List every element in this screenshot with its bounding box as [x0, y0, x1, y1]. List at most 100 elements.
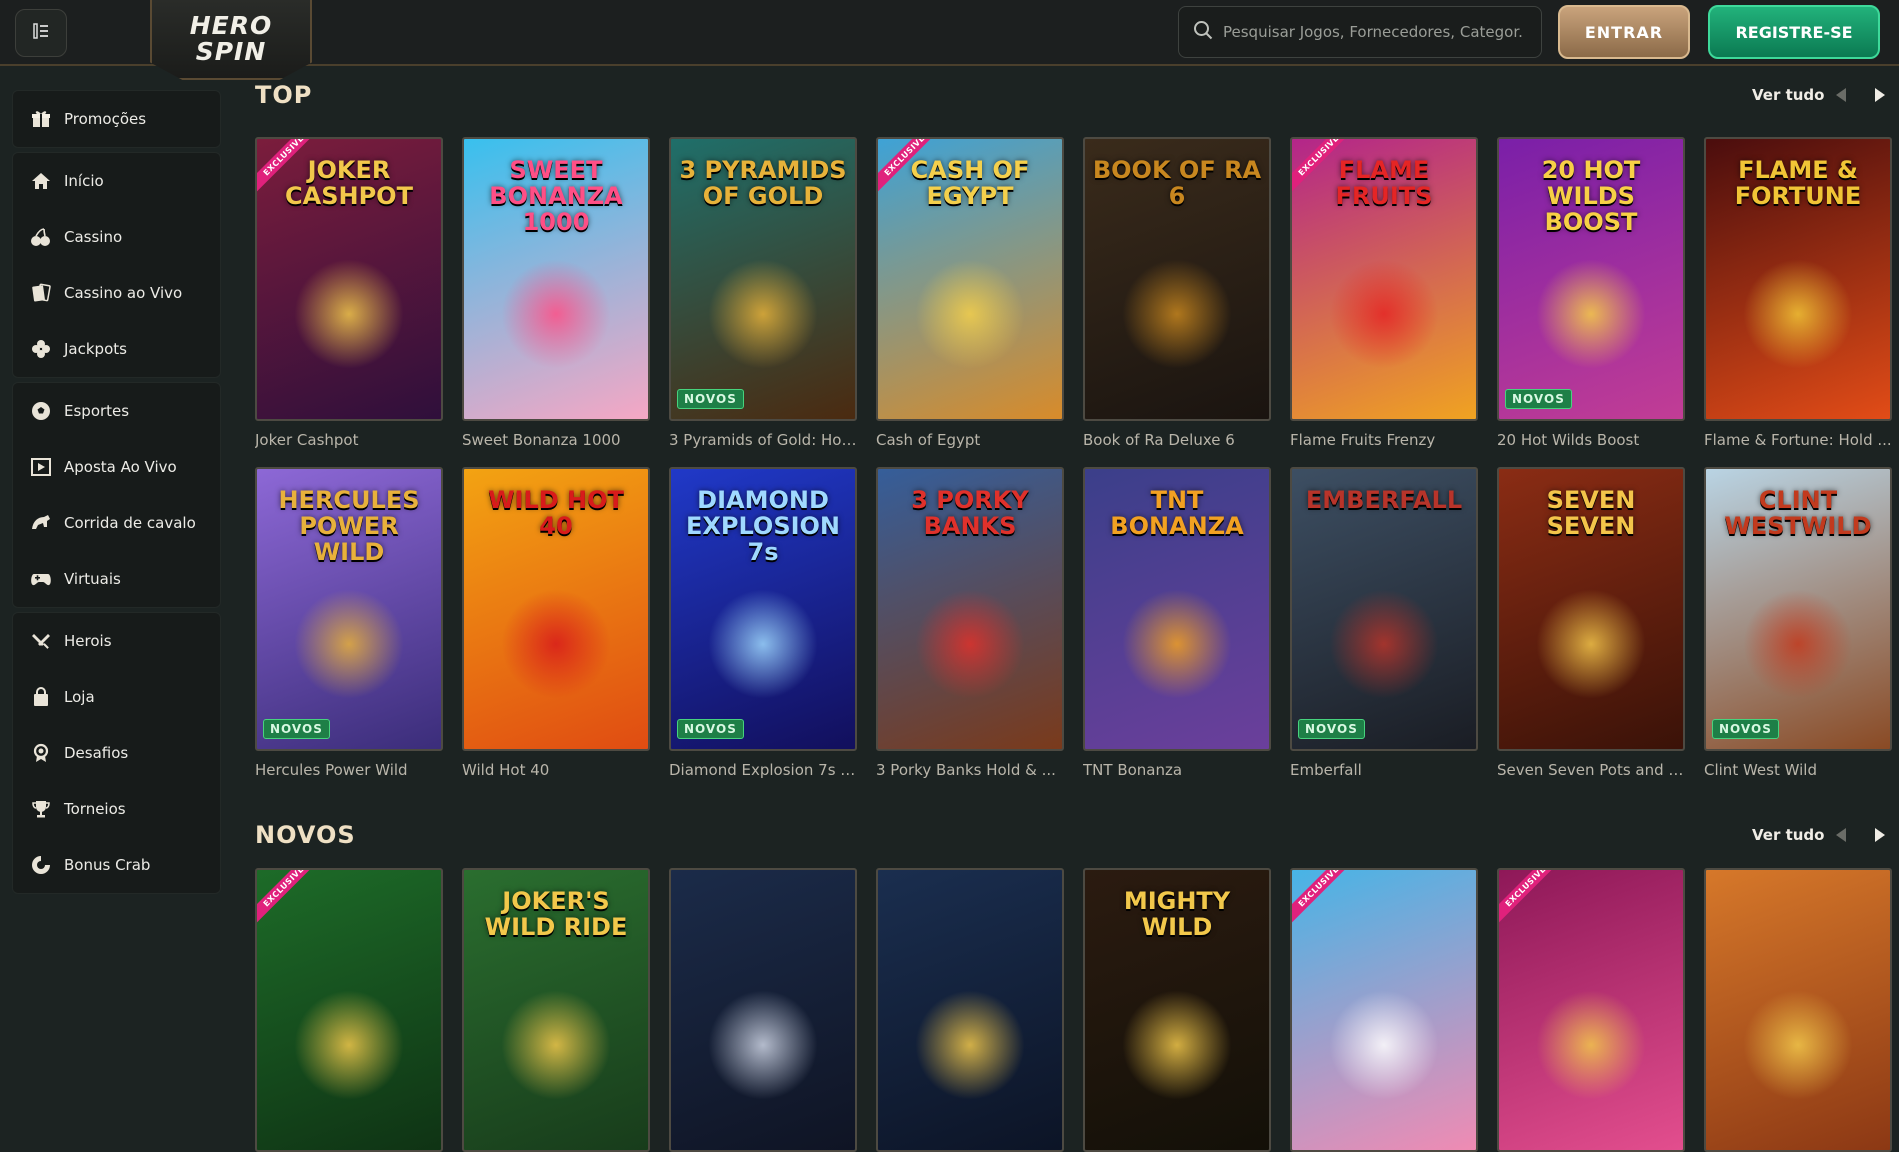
- game-card[interactable]: DIAMOND EXPLOSION 7s NOVOS Diamond Explosi…: [669, 467, 857, 779]
- game-thumbnail[interactable]: BOOK OF RA 6: [1083, 137, 1271, 421]
- live-play-icon: [28, 456, 54, 478]
- game-thumbnail[interactable]: FLAME & FORTUNE: [1704, 137, 1892, 421]
- game-name[interactable]: Emberfall: [1290, 761, 1478, 779]
- game-card[interactable]: EXCLUSIVE: [255, 868, 443, 1152]
- game-name[interactable]: 3 Porky Banks Hold & ...: [876, 761, 1064, 779]
- sidebar-item-aposta-ao-vivo[interactable]: Aposta Ao Vivo: [13, 439, 220, 495]
- sidebar-item-cassino[interactable]: Cassino: [13, 209, 220, 265]
- sidebar-item-bonus-crab[interactable]: Bonus Crab: [13, 837, 220, 893]
- game-card[interactable]: [1704, 868, 1892, 1152]
- game-thumbnail[interactable]: 20 HOT WILDS BOOST NOVOS: [1497, 137, 1685, 421]
- game-name[interactable]: Wild Hot 40: [462, 761, 650, 779]
- game-card[interactable]: EXCLUSIVE: [1497, 868, 1685, 1152]
- game-art: [1122, 990, 1232, 1100]
- search-input[interactable]: [1223, 23, 1523, 41]
- game-thumbnail[interactable]: MIGHTY WILD: [1083, 868, 1271, 1152]
- game-name[interactable]: Seven Seven Pots and P...: [1497, 761, 1685, 779]
- sidebar-item-jackpots[interactable]: Jackpots: [13, 321, 220, 377]
- register-button[interactable]: REGISTRE-SE: [1708, 5, 1880, 59]
- game-thumbnail[interactable]: DIAMOND EXPLOSION 7s NOVOS: [669, 467, 857, 751]
- sidebar-item-torneios[interactable]: Torneios: [13, 781, 220, 837]
- game-card[interactable]: SWEET BONANZA 1000 Sweet Bonanza 1000: [462, 137, 650, 449]
- menu-toggle-button[interactable]: [15, 9, 67, 57]
- next-arrow-icon[interactable]: [1869, 84, 1891, 106]
- game-name[interactable]: Flame Fruits Frenzy: [1290, 431, 1478, 449]
- game-name[interactable]: 3 Pyramids of Gold: Hol...: [669, 431, 857, 449]
- prev-arrow-icon[interactable]: [1830, 84, 1852, 106]
- game-card[interactable]: JOKER'S WILD RIDE: [462, 868, 650, 1152]
- search-box[interactable]: [1178, 6, 1542, 58]
- game-thumbnail[interactable]: [669, 868, 857, 1152]
- game-card[interactable]: EMBERFALL NOVOS Emberfall: [1290, 467, 1478, 779]
- game-thumbnail[interactable]: CASH OF EGYPT EXCLUSIVE: [876, 137, 1064, 421]
- game-card[interactable]: 3 PYRAMIDS OF GOLD NOVOS 3 Pyramids of Gol…: [669, 137, 857, 449]
- game-card[interactable]: JOKER CASHPOT EXCLUSIVE Joker Cashpot: [255, 137, 443, 449]
- login-button[interactable]: ENTRAR: [1558, 5, 1690, 59]
- see-all-link[interactable]: Ver tudo: [1752, 86, 1824, 104]
- game-card[interactable]: [876, 868, 1064, 1152]
- game-thumbnail[interactable]: FLAME FRUITS EXCLUSIVE: [1290, 137, 1478, 421]
- game-thumbnail[interactable]: SWEET BONANZA 1000: [462, 137, 650, 421]
- game-name[interactable]: Joker Cashpot: [255, 431, 443, 449]
- game-card[interactable]: 3 PORKY BANKS 3 Porky Banks Hold & ...: [876, 467, 1064, 779]
- sidebar-item-loja[interactable]: Loja: [13, 669, 220, 725]
- game-thumbnail[interactable]: WILD HOT 40: [462, 467, 650, 751]
- game-name[interactable]: Cash of Egypt: [876, 431, 1064, 449]
- game-thumbnail[interactable]: 3 PYRAMIDS OF GOLD NOVOS: [669, 137, 857, 421]
- sidebar-item-in-cio[interactable]: Início: [13, 153, 220, 209]
- sidebar-item-promo-es[interactable]: Promoções: [13, 91, 220, 147]
- sidebar-item-esportes[interactable]: Esportes: [13, 383, 220, 439]
- site-logo[interactable]: HERO SPIN: [150, 0, 312, 80]
- prev-arrow-icon[interactable]: [1830, 824, 1852, 846]
- novos-badge: NOVOS: [263, 719, 330, 739]
- game-thumbnail[interactable]: [876, 868, 1064, 1152]
- game-art: [1122, 589, 1232, 699]
- game-thumbnail[interactable]: JOKER CASHPOT EXCLUSIVE: [255, 137, 443, 421]
- next-arrow-icon[interactable]: [1869, 824, 1891, 846]
- game-name[interactable]: Book of Ra Deluxe 6: [1083, 431, 1271, 449]
- sidebar-item-cassino-ao-vivo[interactable]: Cassino ao Vivo: [13, 265, 220, 321]
- game-thumbnail[interactable]: HERCULES POWER WILD NOVOS: [255, 467, 443, 751]
- game-card[interactable]: TNT BONANZA TNT Bonanza: [1083, 467, 1271, 779]
- game-name[interactable]: Flame & Fortune: Hold ...: [1704, 431, 1892, 449]
- game-name[interactable]: Hercules Power Wild: [255, 761, 443, 779]
- sidebar-item-desafios[interactable]: Desafios: [13, 725, 220, 781]
- game-card[interactable]: EXCLUSIVE: [1290, 868, 1478, 1152]
- sidebar-item-corrida-de-cavalo[interactable]: Corrida de cavalo: [13, 495, 220, 551]
- game-art: [501, 990, 611, 1100]
- game-name[interactable]: Diamond Explosion 7s SE: [669, 761, 857, 779]
- game-thumbnail[interactable]: CLINT WESTWILD NOVOS: [1704, 467, 1892, 751]
- game-card[interactable]: FLAME & FORTUNE Flame & Fortune: Hold ...: [1704, 137, 1892, 449]
- see-all-link[interactable]: Ver tudo: [1752, 826, 1824, 844]
- cards-icon: [28, 282, 54, 304]
- game-art: [1536, 589, 1646, 699]
- game-card[interactable]: SEVEN SEVEN Seven Seven Pots and P...: [1497, 467, 1685, 779]
- game-card[interactable]: MIGHTY WILD: [1083, 868, 1271, 1152]
- game-card[interactable]: CASH OF EGYPT EXCLUSIVE Cash of Egypt: [876, 137, 1064, 449]
- game-card[interactable]: WILD HOT 40 Wild Hot 40: [462, 467, 650, 779]
- game-thumbnail[interactable]: EXCLUSIVE: [1290, 868, 1478, 1152]
- game-name[interactable]: Clint West Wild: [1704, 761, 1892, 779]
- sidebar-item-virtuais[interactable]: Virtuais: [13, 551, 220, 607]
- sidebar-item-herois[interactable]: Herois: [13, 613, 220, 669]
- game-thumbnail[interactable]: JOKER'S WILD RIDE: [462, 868, 650, 1152]
- game-thumbnail[interactable]: EXCLUSIVE: [1497, 868, 1685, 1152]
- game-art-title: 3 PYRAMIDS OF GOLD: [679, 156, 847, 210]
- game-name[interactable]: TNT Bonanza: [1083, 761, 1271, 779]
- game-thumbnail[interactable]: 3 PORKY BANKS: [876, 467, 1064, 751]
- game-name[interactable]: 20 Hot Wilds Boost: [1497, 431, 1685, 449]
- game-card[interactable]: 20 HOT WILDS BOOST NOVOS 20 Hot Wilds Boos…: [1497, 137, 1685, 449]
- game-thumbnail[interactable]: TNT BONANZA: [1083, 467, 1271, 751]
- game-card[interactable]: BOOK OF RA 6 Book of Ra Deluxe 6: [1083, 137, 1271, 449]
- game-thumbnail[interactable]: [1704, 868, 1892, 1152]
- game-name[interactable]: Sweet Bonanza 1000: [462, 431, 650, 449]
- game-card[interactable]: [669, 868, 857, 1152]
- game-card[interactable]: FLAME FRUITS EXCLUSIVE Flame Fruits Frenzy: [1290, 137, 1478, 449]
- sidebar-item-label: Herois: [64, 632, 112, 650]
- game-thumbnail[interactable]: EXCLUSIVE: [255, 868, 443, 1152]
- game-card[interactable]: CLINT WESTWILD NOVOS Clint West Wild: [1704, 467, 1892, 779]
- game-card[interactable]: HERCULES POWER WILD NOVOS Hercules Power W…: [255, 467, 443, 779]
- game-thumbnail[interactable]: SEVEN SEVEN: [1497, 467, 1685, 751]
- game-thumbnail[interactable]: EMBERFALL NOVOS: [1290, 467, 1478, 751]
- cherries-icon: [28, 226, 54, 248]
